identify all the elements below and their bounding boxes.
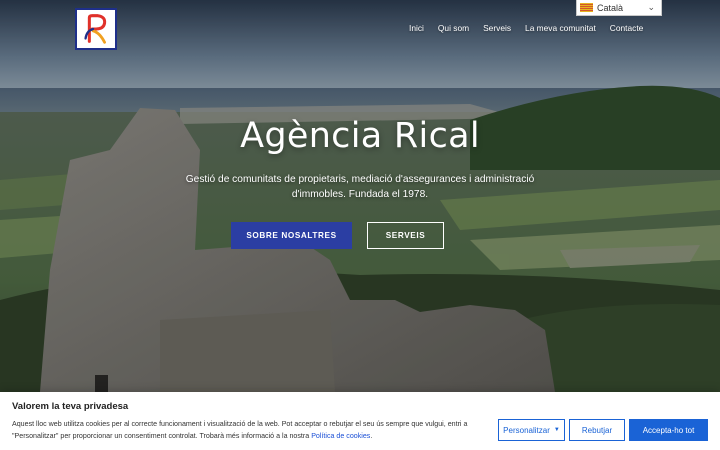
cookie-policy-link[interactable]: Política de cookies (311, 432, 370, 440)
reject-button[interactable]: Rebutjar (569, 419, 625, 441)
about-us-button[interactable]: SOBRE NOSALTRES (231, 222, 352, 249)
hero-landscape-image (0, 0, 720, 450)
hero-background (0, 0, 720, 450)
cookie-text: Aquest lloc web utilitza cookies per al … (12, 419, 492, 442)
chevron-down-icon: ⌄ (647, 2, 655, 12)
cookie-text-end: . (370, 431, 373, 440)
language-label: Català (597, 2, 624, 13)
customize-button[interactable]: Personalitzar ▼ (498, 419, 565, 441)
customize-label: Personalitzar (503, 425, 550, 435)
catalan-flag-icon (580, 3, 593, 12)
nav-item-serveis[interactable]: Serveis (483, 23, 511, 33)
hero-title: Agència Rical (240, 116, 480, 156)
accept-all-button[interactable]: Accepta-ho tot (629, 419, 708, 441)
hero-subtitle: Gestió de comunitats de propietaris, med… (185, 174, 535, 200)
nav-item-inici[interactable]: Inici (409, 23, 424, 33)
caret-down-icon: ▼ (553, 427, 560, 433)
services-button[interactable]: SERVEIS (367, 222, 444, 249)
main-nav: Inici Qui som Serveis La meva comunitat … (409, 23, 643, 33)
agency-logo-icon (84, 14, 107, 44)
nav-item-la-meva-comunitat[interactable]: La meva comunitat (525, 23, 596, 33)
site-logo[interactable] (75, 8, 117, 50)
cookie-heading: Valorem la teva privadesa (12, 401, 129, 412)
cookie-body: Aquest lloc web utilitza cookies per al … (12, 420, 468, 440)
nav-item-contacte[interactable]: Contacte (610, 23, 644, 33)
nav-item-qui-som[interactable]: Qui som (438, 23, 469, 33)
language-select[interactable]: Català ⌄ (576, 0, 662, 16)
